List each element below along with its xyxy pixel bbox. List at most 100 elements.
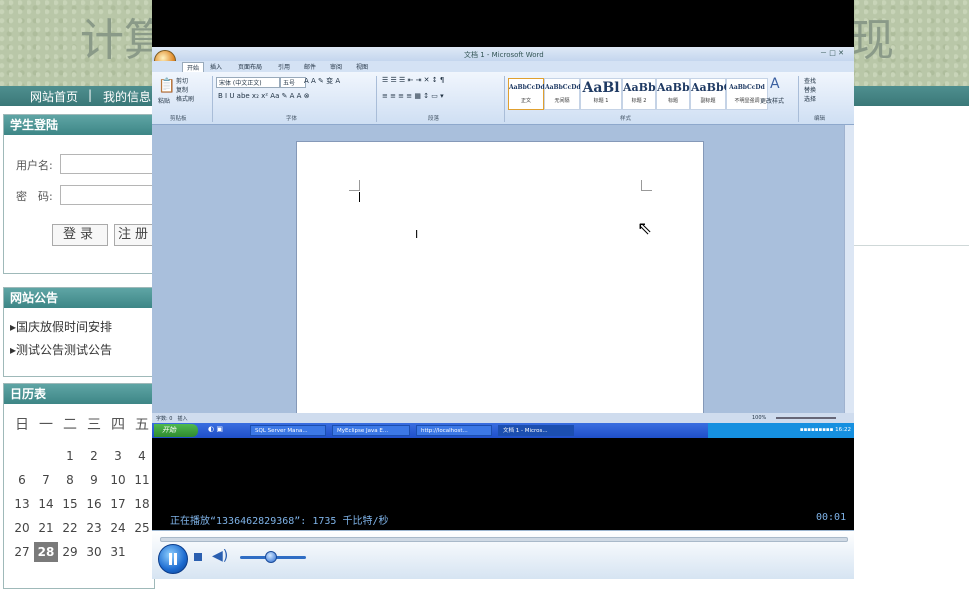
calendar-day[interactable]: 7 — [34, 470, 58, 490]
volume-slider-knob[interactable] — [264, 551, 277, 563]
font-format-icons[interactable]: A A ✎ 变 A — [304, 76, 340, 86]
calendar-day[interactable]: 21 — [34, 518, 58, 538]
calendar-weekday: 三 — [87, 417, 101, 433]
register-button[interactable]: 注册 — [114, 224, 156, 246]
style-name: 标题 2 — [631, 98, 647, 104]
calendar-day[interactable]: 8 — [58, 470, 82, 490]
calendar-day[interactable]: 31 — [106, 542, 130, 562]
quick-launch-icons[interactable]: ◐ ▣ — [208, 425, 223, 433]
calendar-day[interactable]: 25 — [130, 518, 154, 538]
password-input[interactable] — [60, 185, 156, 205]
calendar-day[interactable]: 11 — [130, 470, 154, 490]
nav-home-link[interactable]: 网站首页 — [30, 88, 78, 105]
tab-review[interactable]: 审阅 — [330, 62, 342, 71]
login-panel-title: 学生登陆 — [4, 115, 154, 135]
style-name: 标题 1 — [593, 98, 609, 104]
seek-bar[interactable] — [160, 537, 848, 542]
cut-button[interactable]: 剪切 — [176, 76, 188, 85]
style-gallery-item[interactable]: AaBbC 标题 — [656, 78, 698, 110]
calendar-day[interactable]: 29 — [58, 542, 82, 562]
style-gallery-item[interactable]: AaBbCcDd 不明显强调 — [726, 78, 768, 110]
calendar-day[interactable]: 3 — [106, 446, 130, 466]
system-tray: ▪▪▪▪▪▪▪▪▪ 16:22 — [708, 423, 854, 438]
login-button[interactable]: 登录 — [52, 224, 108, 246]
username-input[interactable] — [60, 154, 156, 174]
ribbon-separator — [376, 76, 377, 122]
calendar-weekday: 日 — [15, 417, 29, 433]
ribbon-tabs: 开始 插入 页面布局 引用 邮件 审阅 视图 — [152, 61, 854, 72]
font-name-select[interactable]: 宋体 (中文正文) — [216, 77, 280, 88]
notice-item[interactable]: ▸测试公告测试公告 — [10, 341, 112, 358]
style-gallery-item[interactable]: AaBbC 标题 2 — [622, 78, 664, 110]
volume-icon[interactable]: ◀) — [212, 548, 228, 564]
style-gallery-item[interactable]: AaBbC 副标题 — [690, 78, 732, 110]
style-gallery-item[interactable]: AaBbCcDd 正文 — [508, 78, 545, 110]
calendar-day[interactable]: 22 — [58, 518, 82, 538]
calendar-day[interactable]: 24 — [106, 518, 130, 538]
vertical-scrollbar[interactable] — [844, 125, 854, 413]
select-button[interactable]: 选择 — [804, 94, 816, 103]
copy-button[interactable]: 复制 — [176, 85, 188, 94]
calendar-day[interactable]: 15 — [58, 494, 82, 514]
style-name: 标题 — [667, 98, 678, 104]
taskbar-item-sql[interactable]: SQL Server Mana... — [250, 425, 326, 436]
notice-item[interactable]: ▸国庆放假时间安排 — [10, 318, 112, 335]
tab-mailings[interactable]: 邮件 — [304, 62, 316, 71]
word-title: 文档 1 - Microsoft Word — [464, 51, 544, 59]
calendar-day[interactable]: 23 — [82, 518, 106, 538]
start-button[interactable]: 开始 — [154, 424, 198, 437]
change-styles-button[interactable]: 更改样式 — [760, 96, 784, 105]
find-button[interactable]: 查找 — [804, 76, 816, 85]
calendar-day[interactable]: 20 — [10, 518, 34, 538]
calendar-day[interactable]: 4 — [130, 446, 154, 466]
taskbar-item-myeclipse[interactable]: MyEclipse Java E... — [332, 425, 410, 436]
text-style-icons[interactable]: B I U abe x₂ x² Aa ✎ A A ⊗ — [218, 92, 310, 100]
tab-page-layout[interactable]: 页面布局 — [238, 62, 262, 71]
nav-my-info-link[interactable]: 我的信息 — [103, 88, 151, 105]
calendar-today[interactable]: 28 — [34, 542, 58, 562]
calendar-day[interactable]: 9 — [82, 470, 106, 490]
text-caret — [359, 192, 360, 202]
login-panel: 学生登陆 用户名: 密 码: 登录 注册 — [3, 114, 156, 274]
calendar-day[interactable]: 18 — [130, 494, 154, 514]
notice-item-text: 国庆放假时间安排 — [16, 320, 113, 334]
calendar-day[interactable]: 27 — [10, 542, 34, 562]
replace-button[interactable]: 替换 — [804, 85, 816, 94]
tray-icons[interactable]: ▪▪▪▪▪▪▪▪▪ — [800, 427, 835, 433]
calendar-day[interactable]: 14 — [34, 494, 58, 514]
style-gallery-item[interactable]: AaBl 标题 1 — [580, 78, 622, 110]
calendar-day[interactable]: 2 — [82, 446, 106, 466]
banner-title-right: 现 — [850, 15, 894, 66]
format-painter-button[interactable]: 格式刷 — [176, 94, 194, 103]
tab-home[interactable]: 开始 — [182, 62, 205, 72]
style-name: 副标题 — [700, 98, 716, 104]
calendar-day[interactable]: 1 — [58, 446, 82, 466]
zoom-slider[interactable] — [776, 417, 836, 419]
paste-icon[interactable]: 📋 — [158, 78, 175, 94]
font-size-select[interactable]: 五号 — [280, 77, 306, 88]
style-gallery-item[interactable]: AaBbCcDd 无间隔 — [544, 78, 581, 110]
tab-insert[interactable]: 插入 — [210, 62, 222, 71]
stop-button[interactable] — [194, 553, 202, 561]
tab-view[interactable]: 视图 — [356, 62, 368, 71]
pause-button[interactable] — [158, 544, 188, 574]
zoom-level: 100% — [752, 415, 767, 421]
paste-button[interactable]: 粘贴 — [158, 96, 170, 105]
style-name: 正文 — [520, 98, 531, 104]
calendar-day[interactable]: 6 — [10, 470, 34, 490]
document-page[interactable]: I ⇖ — [296, 141, 704, 419]
calendar-day[interactable]: 10 — [106, 470, 130, 490]
calendar-day[interactable]: 30 — [82, 542, 106, 562]
windows-taskbar: 开始 ◐ ▣ SQL Server Mana... MyEclipse Java… — [152, 423, 854, 438]
taskbar-item-word[interactable]: 文档 1 - Micros... — [498, 425, 574, 436]
calendar-day[interactable]: 16 — [82, 494, 106, 514]
calendar-day[interactable]: 17 — [106, 494, 130, 514]
list-icons[interactable]: ☰ ☰ ☰ ⇤ ⇥ ✕ ↕ ¶ — [382, 76, 444, 84]
align-icons[interactable]: ≡ ≡ ≡ ≡ ▦ ↕ ▭ ▾ — [382, 92, 444, 100]
window-controls-icon[interactable]: － □ ✕ — [820, 48, 844, 58]
change-styles-icon[interactable]: A — [770, 76, 780, 92]
margin-mark — [641, 180, 652, 191]
tab-references[interactable]: 引用 — [278, 62, 290, 71]
calendar-day[interactable]: 13 — [10, 494, 34, 514]
taskbar-item-browser[interactable]: http://localhost... — [416, 425, 492, 436]
